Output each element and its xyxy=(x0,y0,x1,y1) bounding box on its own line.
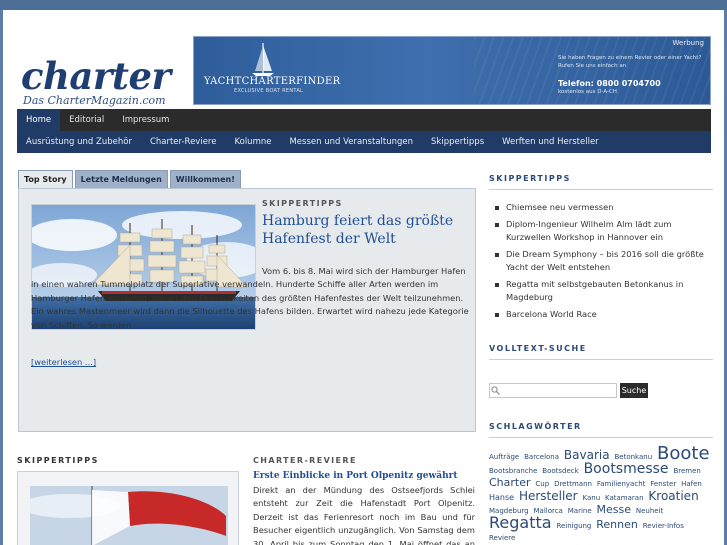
story-tabs: Top Story Letzte Meldungen Willkommen! xyxy=(18,170,243,188)
tag-link[interactable]: Bootsmesse xyxy=(584,461,669,477)
browser-top-strip xyxy=(0,0,727,10)
tag-link[interactable]: Regatta xyxy=(489,513,552,532)
ad-label: Werbung xyxy=(672,39,704,47)
tag-link[interactable]: Bremen xyxy=(673,467,700,475)
tag-link[interactable]: Barcelona xyxy=(524,453,559,461)
ad-banner[interactable]: Werbung YACHTCHARTERFINDER EXCLUSIVE BOA… xyxy=(193,36,711,105)
tag-link[interactable]: Reinigung xyxy=(556,522,591,530)
charter-reviere-excerpt: Direkt an der Mündung des Ostseefjords S… xyxy=(253,485,475,545)
ad-free-call: kostenlos aus D-A-CH xyxy=(558,89,617,95)
sidebar-tags-heading: SCHLAGWÖRTER xyxy=(489,422,713,438)
tag-link[interactable]: Neuheit xyxy=(636,507,663,515)
tag-link[interactable]: Kroatien xyxy=(648,489,698,503)
tag-link[interactable]: Cup xyxy=(535,480,549,488)
tag-link[interactable]: Hersteller xyxy=(519,489,578,503)
search-icon xyxy=(491,386,500,395)
tag-link[interactable]: Bavaria xyxy=(564,448,610,462)
sidebar-item[interactable]: Barcelona World Race xyxy=(490,308,712,321)
featured-category[interactable]: SKIPPERTIPPS xyxy=(262,199,343,208)
tag-link[interactable]: Fenster xyxy=(650,480,676,488)
tag-link[interactable]: Bootsbranche xyxy=(489,467,537,475)
tag-link[interactable]: Aufträge xyxy=(489,453,519,461)
tag-link[interactable]: Hanse xyxy=(489,493,514,502)
featured-title[interactable]: Hamburg feiert das größte Hafenfest der … xyxy=(262,212,472,248)
tab-top-story[interactable]: Top Story xyxy=(18,170,73,188)
ad-brand: YACHTCHARTERFINDER xyxy=(204,76,341,87)
tab-letzte-meldungen[interactable]: Letzte Meldungen xyxy=(74,170,168,188)
nav-werften[interactable]: Werften und Hersteller xyxy=(493,131,608,153)
read-more-link[interactable]: [weiterlesen ...] xyxy=(31,357,96,367)
tag-link[interactable]: Charter xyxy=(489,476,531,489)
sidebar-item[interactable]: Die Dream Symphony – bis 2016 soll die g… xyxy=(490,248,712,274)
ad-question: Sie haben Fragen zu einem Revier oder ei… xyxy=(558,55,702,69)
tag-link[interactable]: Reviere xyxy=(489,534,515,542)
tag-link[interactable]: Kanu xyxy=(583,494,601,502)
tag-link[interactable]: Hafen xyxy=(681,480,702,488)
sailboat-icon xyxy=(252,43,274,76)
nav-impressum[interactable]: Impressum xyxy=(113,109,178,131)
nav-messen[interactable]: Messen und Veranstaltungen xyxy=(280,131,422,153)
tag-link[interactable]: Drettmann xyxy=(554,480,592,488)
skippertipps-block-heading: SKIPPERTIPPS xyxy=(17,456,99,465)
ad-tagline: EXCLUSIVE BOAT RENTAL xyxy=(234,88,304,94)
charter-reviere-heading: CHARTER-REVIERE xyxy=(253,456,357,465)
category-nav: Ausrüstung und Zubehör Charter-Reviere K… xyxy=(17,131,711,153)
nav-home[interactable]: Home xyxy=(17,109,61,131)
nav-editorial[interactable]: Editorial xyxy=(60,109,113,131)
page-container: charter Das CharterMagazin.com Werbung Y… xyxy=(3,10,724,545)
sidebar-search-heading: VOLLTEXT-SUCHE xyxy=(489,344,713,360)
search-input[interactable] xyxy=(489,383,617,398)
tag-link[interactable]: Familienyacht xyxy=(597,480,646,488)
tag-cloud: Aufträge Barcelona Bavaria Betonkanu Boo… xyxy=(489,445,715,544)
tag-link[interactable]: Marine xyxy=(568,507,592,515)
tab-willkommen[interactable]: Willkommen! xyxy=(169,170,241,188)
logo-title: charter xyxy=(21,54,171,98)
nav-charter-reviere[interactable]: Charter-Reviere xyxy=(141,131,226,153)
sidebar-item[interactable]: Regatta mit selbstgebauten Betonkanus in… xyxy=(490,278,712,304)
tag-link[interactable]: Bootsdeck xyxy=(542,467,578,475)
tag-link[interactable]: Rennen xyxy=(596,518,638,531)
sidebar-skippertipps-heading: SKIPPERTIPPS xyxy=(489,174,713,190)
tag-link[interactable]: Katamaran xyxy=(605,494,644,502)
skippertipps-block xyxy=(17,471,239,545)
site-logo[interactable]: charter Das CharterMagazin.com xyxy=(21,54,171,108)
sidebar-item[interactable]: Diplom-Ingenieur Wilhelm Alm lädt zum Ku… xyxy=(490,218,712,244)
main-nav: Home Editorial Impressum xyxy=(17,109,711,131)
tag-link[interactable]: Messe xyxy=(597,503,632,516)
logo-subtitle: Das CharterMagazin.com xyxy=(23,94,166,107)
nav-ausruestung[interactable]: Ausrüstung und Zubehör xyxy=(17,131,141,153)
sidebar-skippertipps-list: Chiemsee neu vermessen Diplom-Ingenieur … xyxy=(490,201,712,325)
search-button[interactable]: Suche xyxy=(620,383,648,398)
charter-reviere-title[interactable]: Erste Einblicke in Port Olpenitz gewährt xyxy=(253,471,458,481)
tag-link[interactable]: Revier-Infos xyxy=(643,522,684,530)
featured-story: SKIPPERTIPPS Hamburg feiert das größte H… xyxy=(18,188,476,432)
skippertipps-image[interactable] xyxy=(30,486,228,545)
ad-phone: Telefon: 0800 0704700 xyxy=(558,79,661,88)
tag-link[interactable]: Betonkanu xyxy=(614,453,652,461)
sailboat-photo xyxy=(30,486,228,545)
nav-skippertipps[interactable]: Skippertipps xyxy=(422,131,493,153)
nav-kolumne[interactable]: Kolumne xyxy=(225,131,280,153)
featured-excerpt: Vom 6. bis 8. Mai wird sich der Hamburge… xyxy=(31,266,469,330)
sidebar-item[interactable]: Chiemsee neu vermessen xyxy=(490,201,712,214)
